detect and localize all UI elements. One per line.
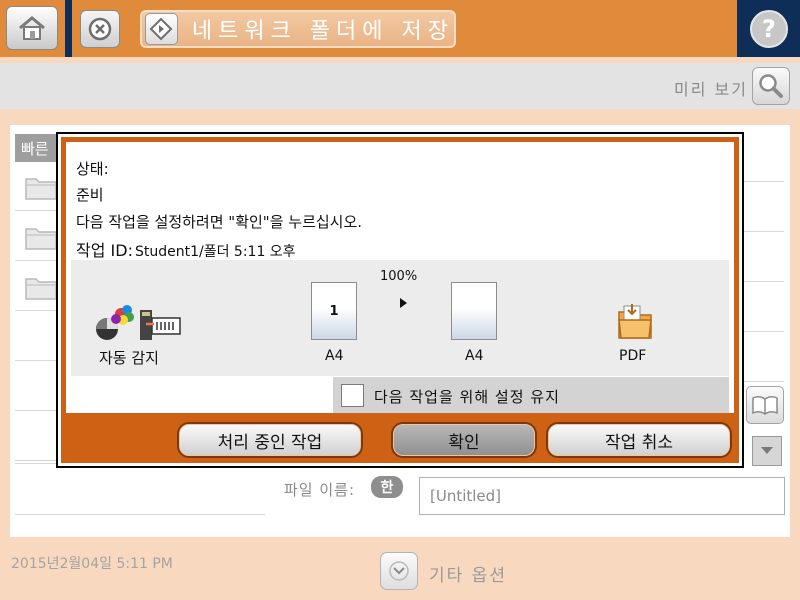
- page-title: 네트워크 폴더에 저장: [191, 19, 454, 44]
- quick-set-footer: [15, 463, 265, 515]
- quick-sets-tab[interactable]: 빠른: [15, 134, 57, 162]
- folder-list-row[interactable]: [742, 132, 784, 182]
- address-book-button[interactable]: [746, 386, 784, 424]
- source-size-label: A4: [325, 348, 344, 364]
- job-summary: 자동 감지 1 A4 100% A4 PDF: [71, 260, 729, 376]
- output-size-label: A4: [465, 348, 484, 364]
- start-button[interactable]: [145, 13, 178, 45]
- retain-settings-label: 다음 작업을 위해 설정 유지: [374, 388, 560, 406]
- status-dialog: 상태: 준비 다음 작업을 설정하려면 "확인"을 누르십시오. 작업 ID: S…: [56, 132, 744, 468]
- instruction-text: 다음 작업을 설정하려면 "확인"을 누르십시오.: [76, 213, 363, 231]
- status-label: 상태:: [76, 160, 109, 178]
- cancel-job-button[interactable]: 작업 취소: [546, 422, 732, 458]
- dialog-content: 상태: 준비 다음 작업을 설정하려면 "확인"을 누르십시오. 작업 ID: S…: [66, 142, 734, 413]
- home-icon: [19, 16, 45, 40]
- folder-icon: [25, 228, 57, 250]
- retain-settings-checkbox[interactable]: [341, 384, 364, 407]
- cancel-icon: [88, 17, 112, 41]
- quick-set-item[interactable]: [15, 412, 57, 461]
- keyboard-language-button[interactable]: 한: [371, 476, 403, 498]
- home-divider: [65, 0, 72, 57]
- chevron-down-icon: [761, 447, 773, 454]
- job-id: 작업 ID: Student1/폴더 5:11 오후: [76, 237, 296, 261]
- home-button[interactable]: [6, 6, 58, 50]
- more-options-button[interactable]: [380, 552, 418, 590]
- input-type-label: 자동 감지: [99, 349, 159, 367]
- scale-label: 100%: [380, 269, 418, 284]
- pdf-folder-icon: [618, 304, 652, 339]
- ok-button[interactable]: 확인: [391, 422, 537, 458]
- preview-label: 미리 보기: [674, 80, 748, 99]
- quick-set-item[interactable]: [15, 162, 57, 211]
- folder-list-row[interactable]: [742, 232, 784, 282]
- source-page-icon: 1: [311, 282, 357, 340]
- chevron-down-icon: [389, 561, 409, 581]
- job-id-value: Student1/폴더 5:11 오후: [134, 244, 296, 260]
- more-options-label[interactable]: 기타 옵션: [429, 561, 507, 586]
- help-button[interactable]: ?: [746, 8, 792, 50]
- start-icon: [150, 17, 173, 41]
- cancel-button[interactable]: [80, 10, 120, 48]
- title-bar: 네트워크 폴더에 저장 ?: [0, 0, 800, 57]
- folder-icon: [25, 278, 57, 300]
- quick-set-item[interactable]: [15, 212, 57, 261]
- file-name-label: 파일 이름:: [284, 481, 356, 499]
- dropdown-button[interactable]: [752, 436, 782, 466]
- folder-icon: [25, 178, 57, 200]
- quick-set-item[interactable]: [15, 362, 57, 411]
- help-icon: ?: [750, 10, 788, 48]
- file-name-input[interactable]: [Untitled]: [419, 477, 785, 515]
- quick-set-item[interactable]: [15, 312, 57, 361]
- folder-list-row[interactable]: [742, 332, 784, 382]
- magnifier-icon: [759, 74, 783, 98]
- source-page-number: 1: [329, 304, 339, 319]
- quick-set-item[interactable]: [15, 262, 57, 311]
- active-jobs-button[interactable]: 처리 중인 작업: [177, 422, 363, 458]
- folder-list-row[interactable]: [742, 282, 784, 332]
- retain-settings-row[interactable]: 다음 작업을 위해 설정 유지: [333, 377, 729, 413]
- auto-detect-icon: [96, 305, 181, 340]
- output-format-label: PDF: [619, 348, 647, 364]
- job-id-label: 작업 ID:: [76, 241, 133, 260]
- status-value: 준비: [76, 186, 104, 204]
- preview-button[interactable]: [752, 67, 790, 105]
- output-page-icon: [451, 282, 497, 340]
- book-icon: [752, 395, 778, 415]
- timestamp: 2015년2월04일 5:11 PM: [11, 556, 173, 572]
- arrow-right-icon: [400, 298, 407, 308]
- dialog-body: 상태: 준비 다음 작업을 설정하려면 "확인"을 누르십시오. 작업 ID: S…: [61, 137, 739, 463]
- folder-list-row[interactable]: [742, 182, 784, 232]
- preview-strip: 미리 보기: [0, 63, 800, 109]
- title-pill: 네트워크 폴더에 저장: [140, 10, 456, 48]
